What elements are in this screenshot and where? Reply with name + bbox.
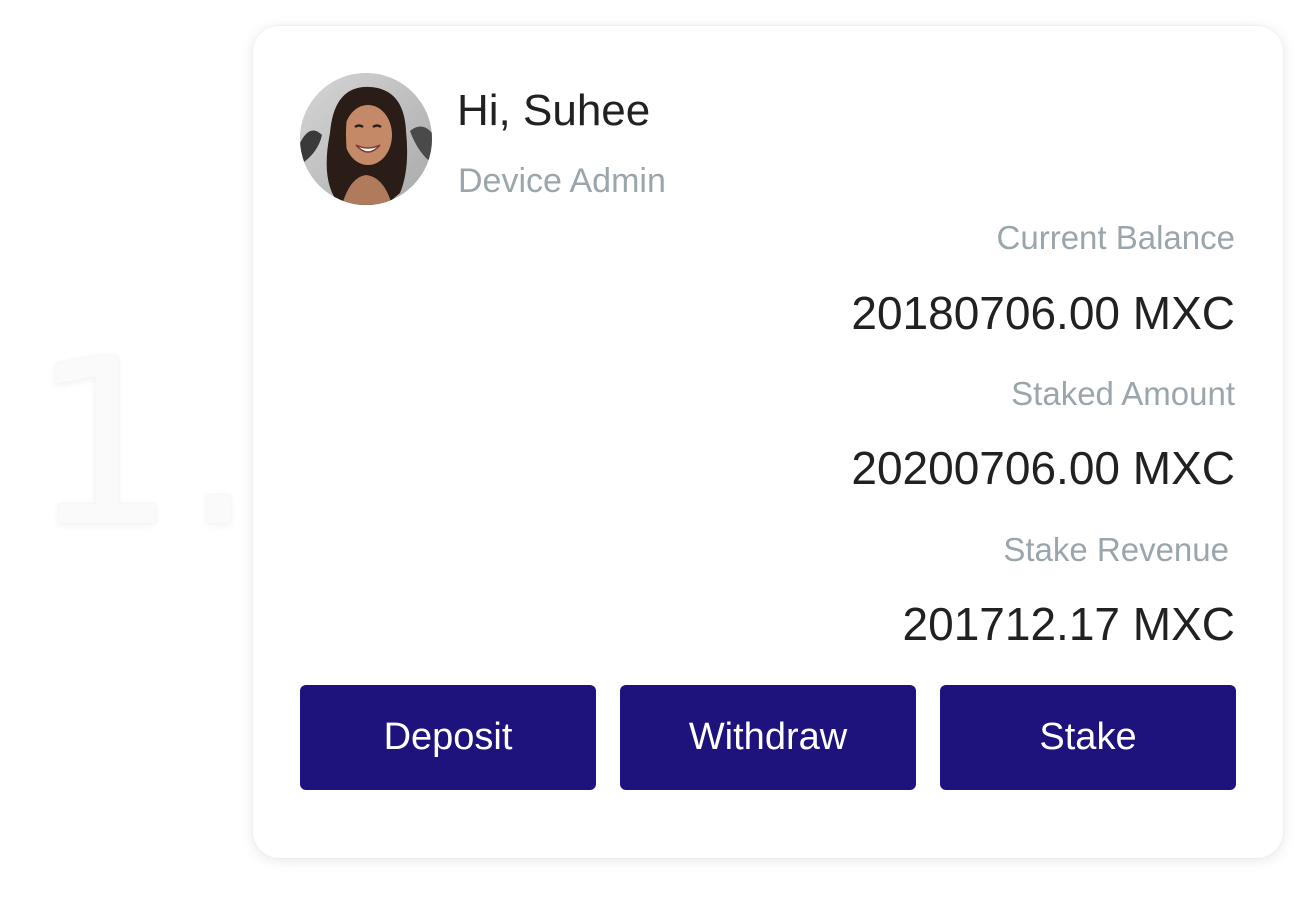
current-balance-label: Current Balance: [996, 219, 1235, 256]
avatar: [300, 73, 432, 205]
action-buttons: Deposit Withdraw Stake: [300, 685, 1236, 790]
withdraw-button[interactable]: Withdraw: [620, 685, 916, 790]
staked-amount-label: Staked Amount: [1011, 375, 1235, 412]
stake-revenue-label: Stake Revenue: [1003, 531, 1229, 568]
page: 1. Hi, Suhee Device Admin Current Balanc…: [0, 0, 1316, 897]
current-balance-value: 20180706.00 MXC: [851, 287, 1235, 339]
greeting-title: Hi, Suhee: [457, 86, 651, 135]
step-number: 1.: [30, 311, 262, 578]
deposit-button[interactable]: Deposit: [300, 685, 596, 790]
user-role: Device Admin: [458, 162, 666, 200]
wallet-card: Hi, Suhee Device Admin Current Balance 2…: [253, 26, 1283, 858]
staked-amount-value: 20200706.00 MXC: [851, 442, 1235, 494]
stake-button[interactable]: Stake: [940, 685, 1236, 790]
avatar-photo-icon: [300, 73, 432, 205]
stake-revenue-value: 201712.17 MXC: [902, 598, 1235, 650]
